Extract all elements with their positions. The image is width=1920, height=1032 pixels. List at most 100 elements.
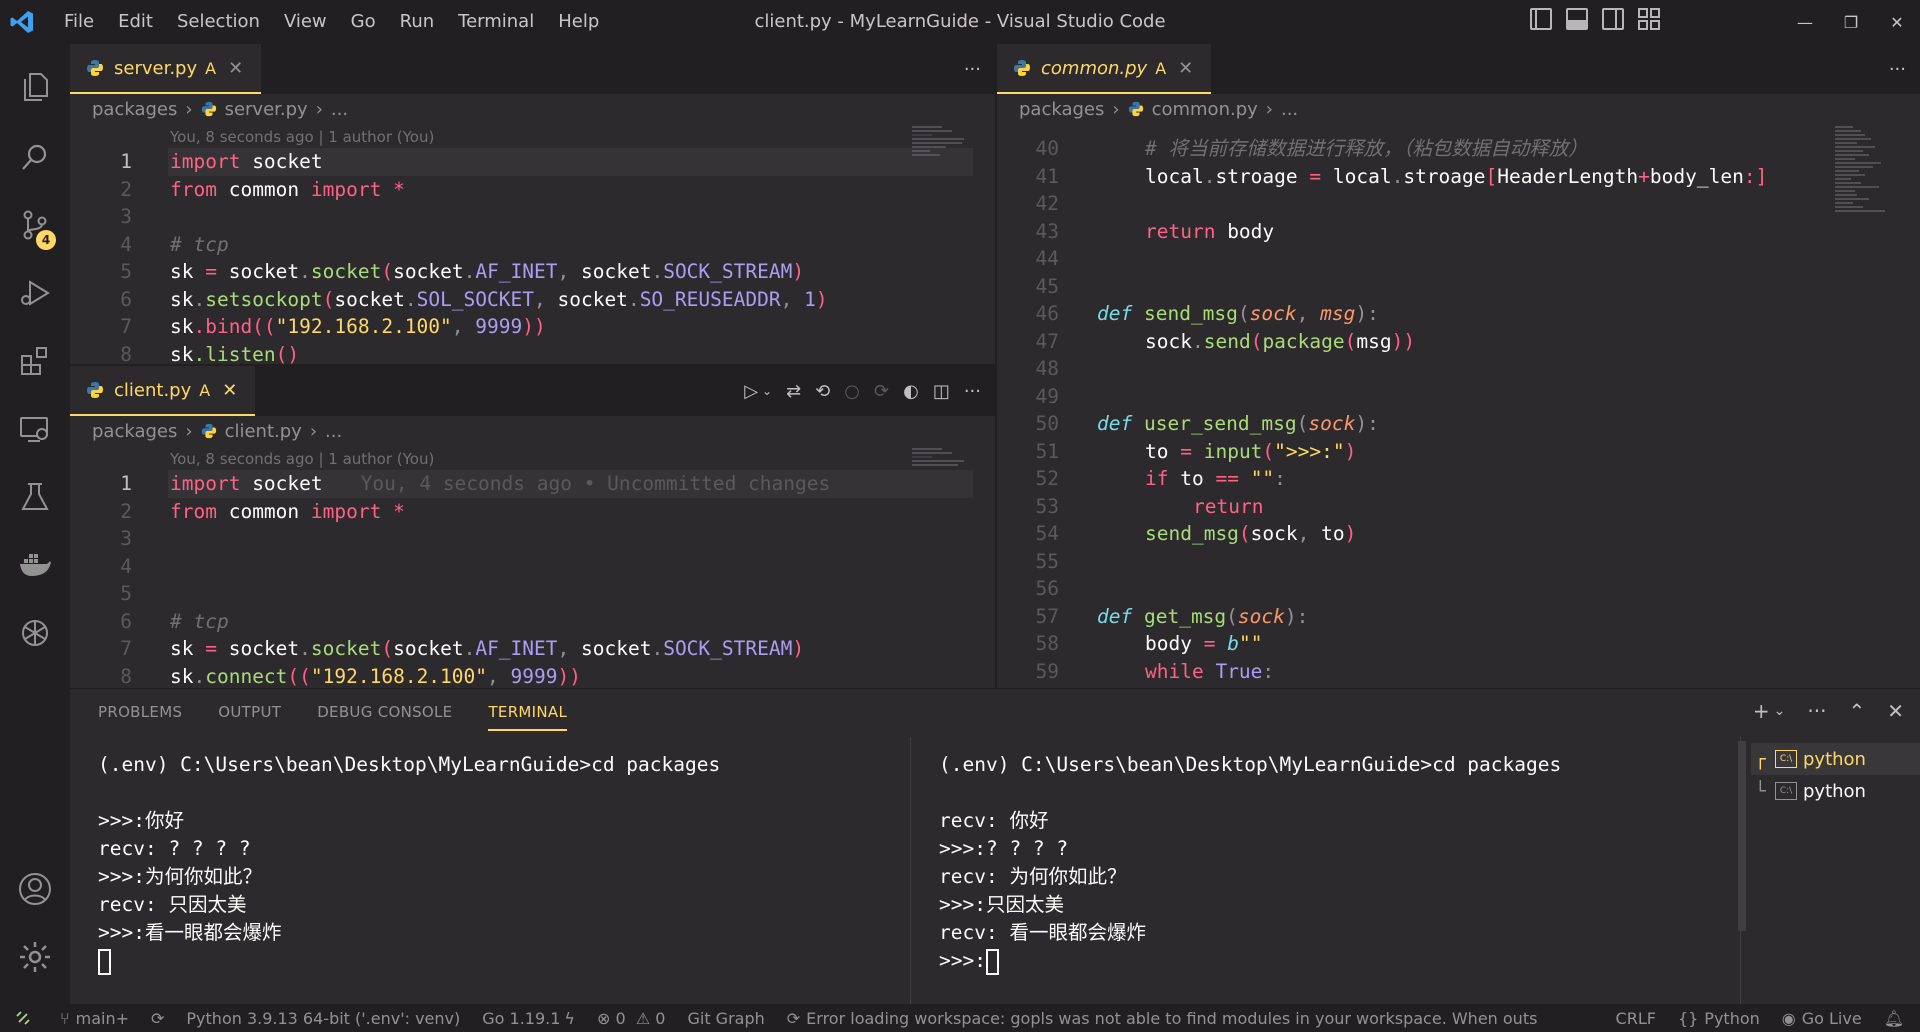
codelens-blame[interactable]: You, 8 seconds ago | 1 author (You)	[170, 128, 434, 146]
open-changes-icon[interactable]: ⇄	[786, 381, 801, 402]
toggle-panel-icon[interactable]	[1566, 8, 1588, 30]
menu-file[interactable]: File	[52, 0, 106, 44]
more-actions-icon[interactable]: ···	[964, 59, 981, 80]
line-number: 59	[1035, 659, 1059, 683]
breadcrumb-file[interactable]: server.py	[225, 99, 308, 120]
breadcrumb-folder[interactable]: packages	[92, 421, 177, 442]
code-area[interactable]: 1 import socket You, 4 seconds ago • Uncom…	[70, 470, 995, 688]
minimap[interactable]	[1835, 126, 1895, 214]
terminal-line: recv: 只因太美	[98, 893, 247, 916]
line-number: 48	[1035, 357, 1059, 380]
run-debug-icon[interactable]	[0, 262, 70, 324]
toggle-blame-icon[interactable]: ◐	[903, 381, 919, 402]
close-panel-icon[interactable]: ✕	[1887, 699, 1904, 723]
tab-debug-console[interactable]: DEBUG CONSOLE	[317, 703, 452, 731]
maximize-panel-icon[interactable]: ⌃	[1848, 699, 1865, 723]
chevron-down-icon[interactable]: ⌄	[762, 384, 772, 398]
go-version[interactable]: Go 1.19.1 ϟ	[482, 1009, 575, 1028]
lightning-icon: ϟ	[564, 1008, 575, 1028]
branch-status[interactable]: ⑂ main+	[60, 1009, 129, 1028]
terminal-item[interactable]: └ C:\ python	[1751, 775, 1866, 807]
menu-selection[interactable]: Selection	[165, 0, 272, 44]
editor-actions: ···	[964, 44, 981, 94]
terminal-right[interactable]: (.env) C:\Users\bean\Desktop\MyLearnGuid…	[911, 737, 1740, 1005]
breadcrumb-file[interactable]: client.py	[225, 421, 302, 442]
remote-explorer-icon[interactable]	[0, 398, 70, 460]
docker-icon[interactable]	[0, 534, 70, 596]
tab-terminal[interactable]: TERMINAL	[488, 703, 568, 731]
menu-help[interactable]: Help	[546, 0, 611, 44]
previous-change-icon[interactable]: ⟲	[815, 381, 830, 402]
code-line: import socket You, 4 seconds ago • Uncomm…	[170, 472, 831, 495]
gopls-status[interactable]: ⟳ Error loading workspace: gopls was not…	[787, 1009, 1537, 1028]
testing-icon[interactable]	[0, 466, 70, 528]
problems-status[interactable]: ⊗ 0 ⚠ 0	[597, 1009, 665, 1028]
menu-terminal[interactable]: Terminal	[446, 0, 546, 44]
toggle-secondary-sidebar-icon[interactable]	[1602, 8, 1624, 30]
eol-status[interactable]: CRLF	[1616, 1009, 1656, 1028]
search-icon[interactable]	[0, 126, 70, 188]
terminal-icon: C:\	[1775, 750, 1797, 768]
language-mode[interactable]: {} Python	[1678, 1009, 1760, 1028]
new-terminal-icon[interactable]: +	[1753, 699, 1770, 723]
tab-problems[interactable]: PROBLEMS	[98, 703, 182, 731]
close-tab-icon[interactable]: ✕	[228, 58, 243, 79]
go-live-button[interactable]: ◉ Go Live	[1782, 1009, 1862, 1028]
code-area[interactable]: 40 # 将当前存储数据进行释放，（粘包数据自动释放） 41 local.stroa…	[997, 135, 1920, 688]
close-window-icon[interactable]: ✕	[1874, 0, 1920, 44]
sync-icon[interactable]: ⟳	[151, 1009, 164, 1028]
extensions-icon[interactable]	[0, 330, 70, 392]
chevron-right-icon: ›	[1265, 98, 1273, 120]
run-python-file-icon[interactable]: ▷	[744, 381, 758, 402]
code-line: # tcp	[170, 232, 229, 256]
tree-branch-icon: └	[1755, 780, 1766, 802]
split-editor-icon[interactable]: ◫	[933, 381, 950, 402]
notifications-bell-icon[interactable]: 🔔︎	[1884, 1009, 1904, 1028]
git-blame-next-icon[interactable]: ⟳	[874, 381, 889, 402]
menu-go[interactable]: Go	[339, 0, 388, 44]
git-blame-prev-icon[interactable]: ○	[844, 381, 860, 402]
minimap[interactable]	[912, 126, 972, 158]
more-actions-icon[interactable]: ···	[1807, 699, 1826, 723]
python-interpreter[interactable]: Python 3.9.13 64-bit ('.env': venv)	[186, 1009, 460, 1028]
explorer-icon[interactable]	[0, 56, 70, 118]
chatgpt-icon[interactable]	[0, 602, 70, 664]
breadcrumb-folder[interactable]: packages	[1019, 99, 1104, 120]
menu-view[interactable]: View	[272, 0, 339, 44]
chevron-down-icon[interactable]: ⌄	[1774, 703, 1786, 723]
close-tab-icon[interactable]: ✕	[1178, 58, 1193, 79]
terminal-item[interactable]: ┌ C:\ python	[1751, 743, 1920, 775]
minimap[interactable]	[912, 448, 972, 468]
code-area[interactable]: 1 import socket 2 from common import * 3 4…	[70, 148, 995, 364]
close-tab-icon[interactable]: ✕	[222, 380, 237, 401]
accounts-icon[interactable]	[0, 858, 70, 920]
menu-run[interactable]: Run	[388, 0, 447, 44]
codelens-blame[interactable]: You, 8 seconds ago | 1 author (You)	[170, 450, 434, 468]
panel-actions: + ⌄ ··· ⌃ ✕	[1753, 699, 1904, 723]
code-line: sk.listen()	[170, 342, 300, 365]
git-graph-button[interactable]: Git Graph	[687, 1009, 764, 1028]
tab-server-py[interactable]: server.py A ✕	[70, 44, 262, 94]
terminal-left[interactable]: (.env) C:\Users\bean\Desktop\MyLearnGuid…	[70, 737, 910, 1005]
tab-common-py[interactable]: common.py A ✕	[997, 44, 1212, 94]
breadcrumb-symbol[interactable]: ...	[331, 99, 348, 120]
minimize-icon[interactable]: —	[1782, 0, 1828, 44]
breadcrumb-folder[interactable]: packages	[92, 99, 177, 120]
source-control-icon[interactable]: 4	[0, 194, 70, 256]
settings-gear-icon[interactable]	[0, 926, 70, 988]
tab-output[interactable]: OUTPUT	[218, 703, 281, 731]
toggle-primary-sidebar-icon[interactable]	[1530, 8, 1552, 30]
more-actions-icon[interactable]: ···	[964, 381, 981, 402]
tab-client-py[interactable]: client.py A ✕	[70, 366, 256, 416]
menu-edit[interactable]: Edit	[106, 0, 165, 44]
terminal-line: >>>:只因太美	[939, 893, 1064, 916]
customize-layout-icon[interactable]	[1638, 8, 1660, 30]
breadcrumb-symbol[interactable]: ...	[1281, 99, 1298, 120]
breadcrumb-symbol[interactable]: ...	[325, 421, 342, 442]
code-line: sk = socket.socket(socket.AF_INET, socke…	[170, 260, 805, 283]
code-line: sk.setsockopt(socket.SOL_SOCKET, socket.…	[170, 287, 828, 311]
breadcrumb-file[interactable]: common.py	[1152, 99, 1258, 120]
more-actions-icon[interactable]: ···	[1889, 59, 1906, 80]
restore-icon[interactable]: ❐	[1828, 0, 1874, 44]
remote-indicator-icon[interactable]	[0, 1010, 46, 1026]
